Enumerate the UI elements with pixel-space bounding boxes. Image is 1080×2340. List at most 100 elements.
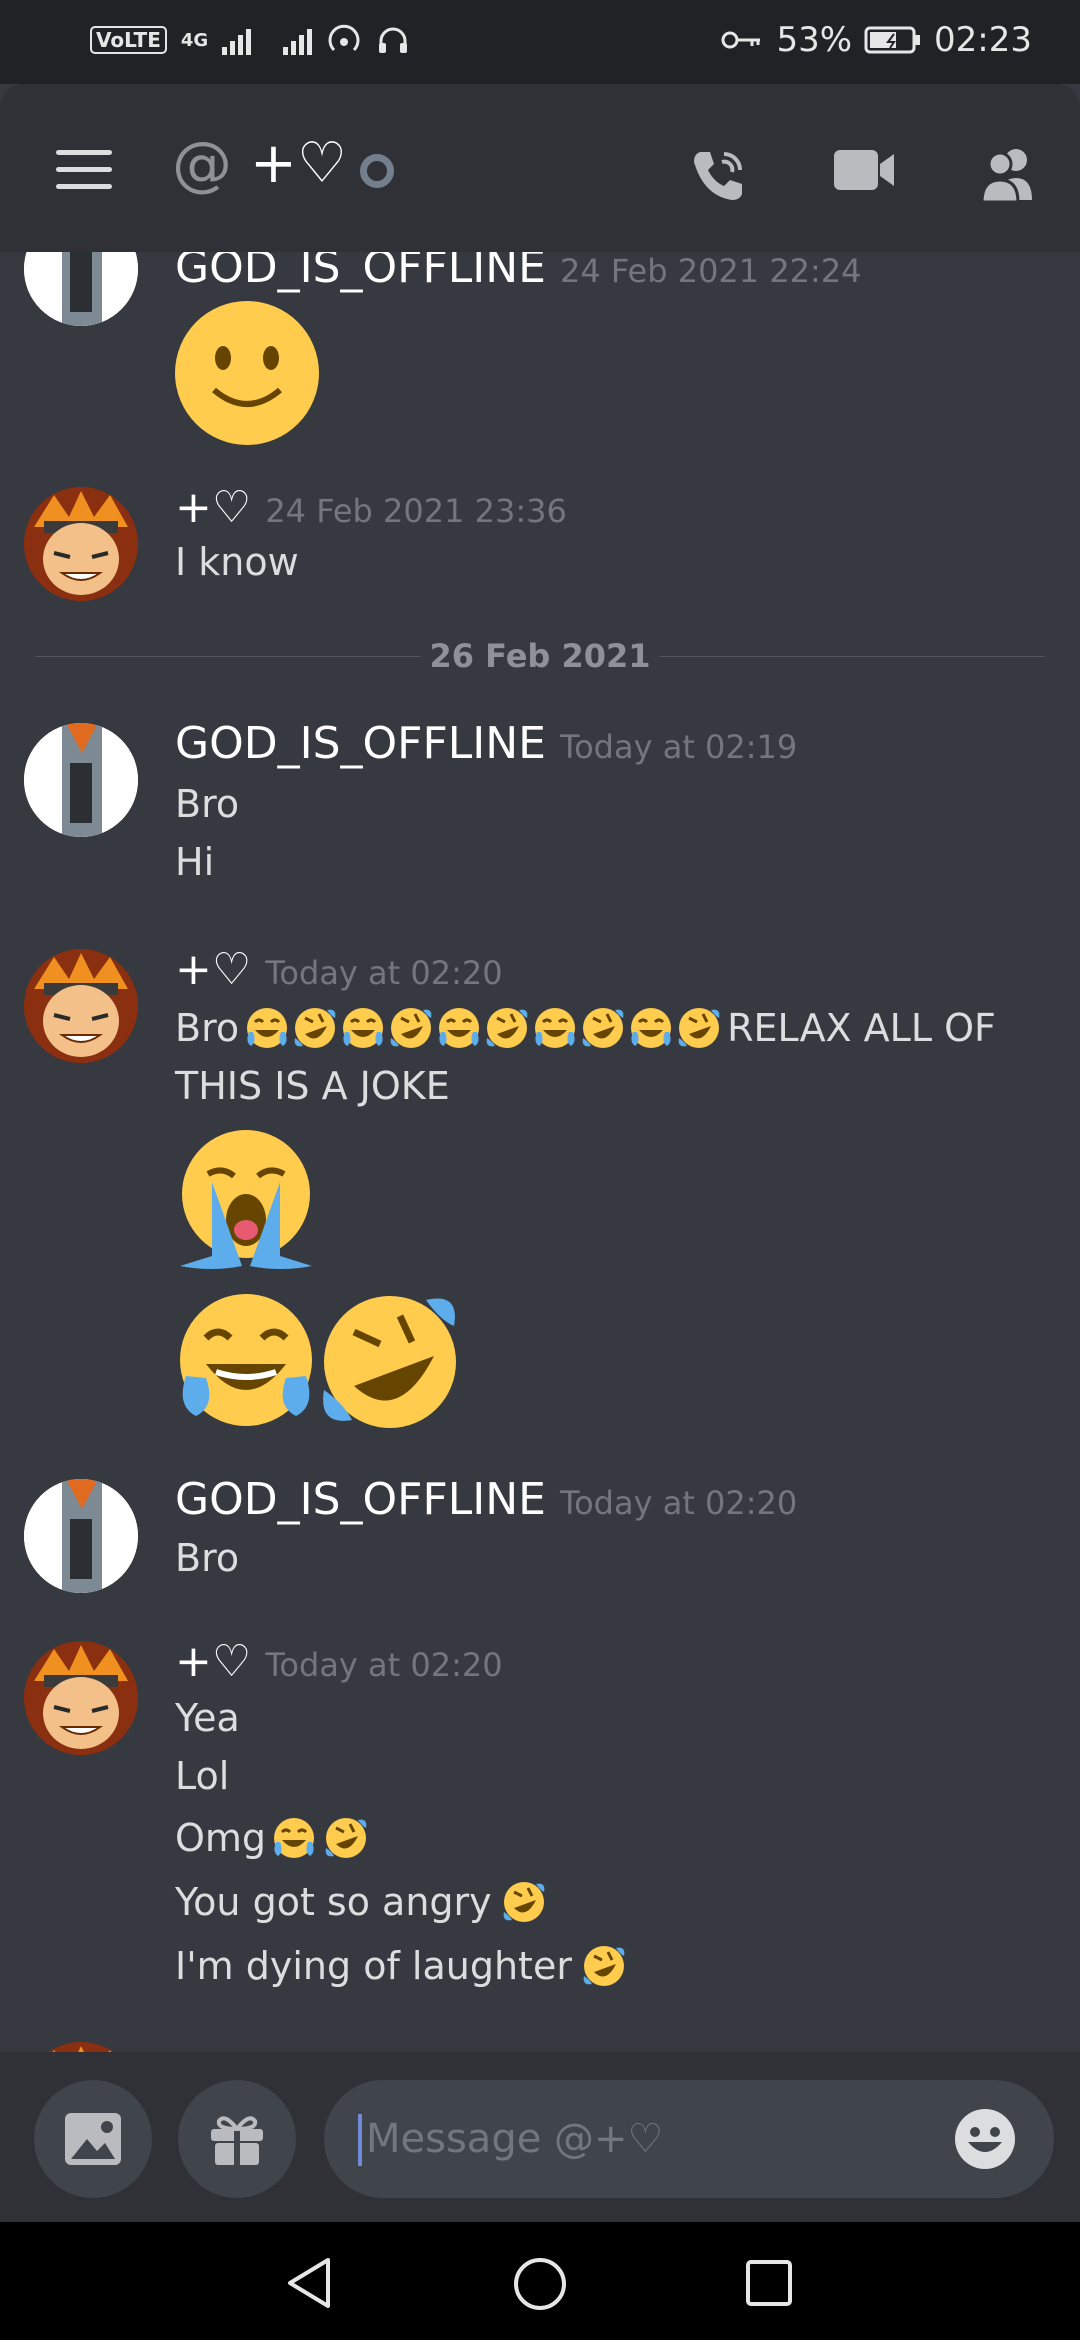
message-composer: Message @+♡ [0, 2052, 1080, 2222]
author-name[interactable]: GOD_IS_OFFLINE [175, 252, 546, 293]
hotspot-icon [328, 24, 360, 52]
status-right: 53% 02:23 [720, 20, 1032, 60]
message-text: Bro [175, 782, 240, 826]
emoji-icon[interactable] [954, 2108, 1016, 2170]
battery-percent: 53% [776, 20, 853, 60]
message-timestamp: Today at 02:20 [559, 1484, 798, 1522]
message-group: GOD_IS_OFFLINE 24 Feb 2021 22:24 [0, 252, 1080, 452]
joy-icon [439, 1008, 480, 1048]
message-author[interactable]: +♡ 24 Feb 2021 23:36 [175, 482, 567, 533]
message-timestamp: Today at 02:20 [265, 954, 503, 992]
clock: 02:23 [934, 20, 1032, 60]
joy-icon [535, 1008, 576, 1048]
at-icon: @ [172, 129, 232, 199]
author-name[interactable]: +♡ [175, 1636, 251, 1687]
message-author[interactable]: GOD_IS_OFFLINE Today at 02:20 [175, 1474, 797, 1525]
text-cursor [358, 2114, 362, 2166]
avatar-god-is-offline[interactable] [24, 723, 138, 837]
avatar-plus-heart[interactable] [24, 2042, 138, 2052]
rofl-icon [583, 1946, 625, 1986]
message-text: I'm dying of laughter [175, 1944, 572, 1988]
message-input[interactable]: Message @+♡ [324, 2080, 1054, 2198]
date-divider-label: 26 Feb 2021 [429, 637, 651, 675]
rofl-icon [582, 1008, 624, 1048]
gift-button[interactable] [178, 2080, 296, 2198]
members-icon[interactable] [976, 144, 1042, 204]
dm-header: @ +♡ [0, 84, 1080, 252]
rofl-icon-large [323, 1296, 456, 1428]
image-icon [65, 2113, 121, 2165]
message-input-placeholder: Message @+♡ [366, 2116, 664, 2162]
status-bar: VoLTE 4G 53% 02:23 [0, 0, 1080, 84]
battery-icon [864, 26, 921, 54]
home-icon[interactable] [512, 2256, 568, 2312]
avatar-god-is-offline[interactable] [24, 1479, 138, 1593]
message-group: +♡ Today at 02:20 Yea Lol Omg You got so … [0, 1636, 1080, 1996]
message-text: Lol [175, 1754, 230, 1798]
menu-icon[interactable] [56, 150, 112, 190]
message-text-line: Omg [175, 1814, 370, 1862]
offline-status-dot [360, 154, 394, 188]
channel-title: +♡ [250, 131, 348, 196]
avatar-plus-heart[interactable] [24, 487, 138, 601]
avatar-god-is-offline[interactable] [24, 252, 138, 326]
rofl-icon [390, 1008, 432, 1048]
joy-icon-large [180, 1294, 312, 1426]
message-text-line: You got so angry [175, 1878, 548, 1926]
author-name[interactable]: +♡ [175, 944, 251, 995]
message-text: Bro [175, 1006, 240, 1050]
author-name[interactable]: GOD_IS_OFFLINE [175, 1474, 546, 1525]
author-name[interactable]: +♡ [175, 482, 251, 533]
message-author[interactable]: +♡ Today at 02:20 [175, 1636, 503, 1687]
call-icon[interactable] [686, 144, 750, 208]
headphones-icon [379, 27, 408, 53]
message-group: +♡ 24 Feb 2021 23:36 I know [0, 482, 1080, 632]
message-text: You got so angry [175, 1880, 492, 1924]
slightly-smiling-face-icon [175, 301, 319, 445]
system-nav-bar [0, 2222, 1080, 2340]
message-group: GOD_IS_OFFLINE Today at 02:19 Bro Hi [0, 718, 1080, 888]
back-icon[interactable] [284, 2256, 334, 2310]
joy-icon [247, 1008, 288, 1048]
volte-badge: VoLTE [90, 26, 167, 54]
message-text-line: I'm dying of laughter [175, 1942, 628, 1990]
recents-icon[interactable] [744, 2258, 794, 2308]
message-text: Omg [175, 1816, 267, 1860]
message-list[interactable]: GOD_IS_OFFLINE 24 Feb 2021 22:24 +♡ 24 Feb… [0, 252, 1080, 2052]
message-author[interactable]: GOD_IS_OFFLINE 24 Feb 2021 22:24 [175, 252, 862, 293]
message-text: Hi [175, 840, 215, 884]
rofl-icon [294, 1008, 336, 1048]
signal-icon-2 [283, 25, 313, 55]
network-type: 4G [180, 29, 209, 51]
video-icon[interactable] [832, 144, 898, 196]
rofl-icon [486, 1008, 528, 1048]
message-timestamp: Today at 02:20 [265, 1646, 503, 1684]
message-author[interactable]: +♡ Today at 02:20 [175, 944, 503, 995]
avatar-plus-heart[interactable] [24, 1641, 138, 1755]
rofl-icon [325, 1818, 367, 1858]
joy-icon [343, 1008, 384, 1048]
status-left: VoLTE 4G [90, 22, 410, 58]
message-timestamp: 24 Feb 2021 22:24 [559, 252, 862, 290]
message-timestamp: Today at 02:19 [559, 728, 798, 766]
loudly-crying-face-icon [180, 1130, 312, 1269]
rofl-icon [678, 1008, 720, 1048]
author-name[interactable]: GOD_IS_OFFLINE [175, 718, 546, 769]
signal-icon [222, 25, 252, 55]
avatar-plus-heart[interactable] [24, 949, 138, 1063]
attach-image-button[interactable] [34, 2080, 152, 2198]
date-divider: 26 Feb 2021 [36, 636, 1044, 676]
message-text: THIS IS A JOKE [175, 1064, 450, 1108]
joy-icon [631, 1008, 672, 1048]
message-group: +♡ Today at 02:20 Bro RELAX ALL OF THIS I… [0, 944, 1080, 1428]
rofl-icon [503, 1882, 544, 1922]
gift-icon [211, 2116, 263, 2165]
key-icon [721, 31, 761, 49]
message-text: Yea [175, 1696, 240, 1740]
message-text: I know [175, 540, 299, 584]
message-group: GOD_IS_OFFLINE Today at 02:20 Bro [0, 1474, 1080, 1604]
message-author[interactable]: GOD_IS_OFFLINE Today at 02:19 [175, 718, 797, 769]
message-timestamp: 24 Feb 2021 23:36 [265, 492, 567, 530]
joy-icon [274, 1818, 315, 1858]
message-text-line: Bro RELAX ALL OF [175, 1004, 996, 1052]
